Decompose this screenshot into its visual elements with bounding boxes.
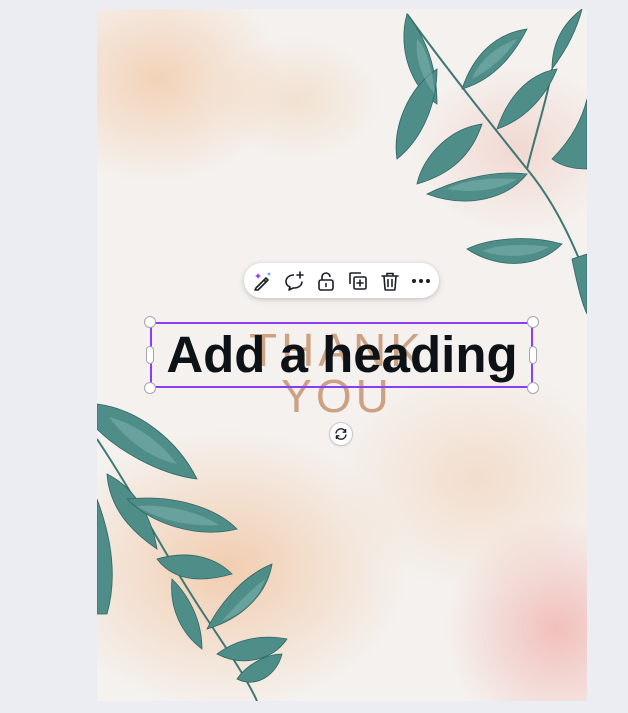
duplicate-icon — [349, 272, 367, 290]
resize-handle-right[interactable] — [529, 346, 537, 364]
resize-handle-bottom-left[interactable] — [144, 382, 156, 394]
magic-pen-icon — [254, 272, 271, 291]
more-options-button[interactable] — [407, 267, 435, 295]
more-horizontal-icon — [412, 279, 430, 283]
resize-handle-left[interactable] — [146, 346, 154, 364]
add-comment-button[interactable] — [280, 267, 308, 295]
delete-button[interactable] — [376, 267, 404, 295]
duplicate-button[interactable] — [344, 267, 372, 295]
selection-box — [150, 322, 533, 388]
leaf-branch-bottom-left-image — [97, 403, 288, 701]
resize-handle-top-left[interactable] — [144, 316, 156, 328]
magic-write-button[interactable] — [249, 267, 277, 295]
lock-button[interactable] — [312, 267, 340, 295]
element-toolbar — [244, 263, 439, 298]
unlock-icon — [318, 272, 334, 291]
trash-icon — [381, 272, 399, 291]
resize-handle-bottom-right[interactable] — [527, 382, 539, 394]
resize-handle-top-right[interactable] — [527, 316, 539, 328]
comment-add-icon — [285, 271, 304, 291]
rotate-icon — [335, 428, 347, 440]
rotate-button[interactable] — [329, 422, 353, 446]
